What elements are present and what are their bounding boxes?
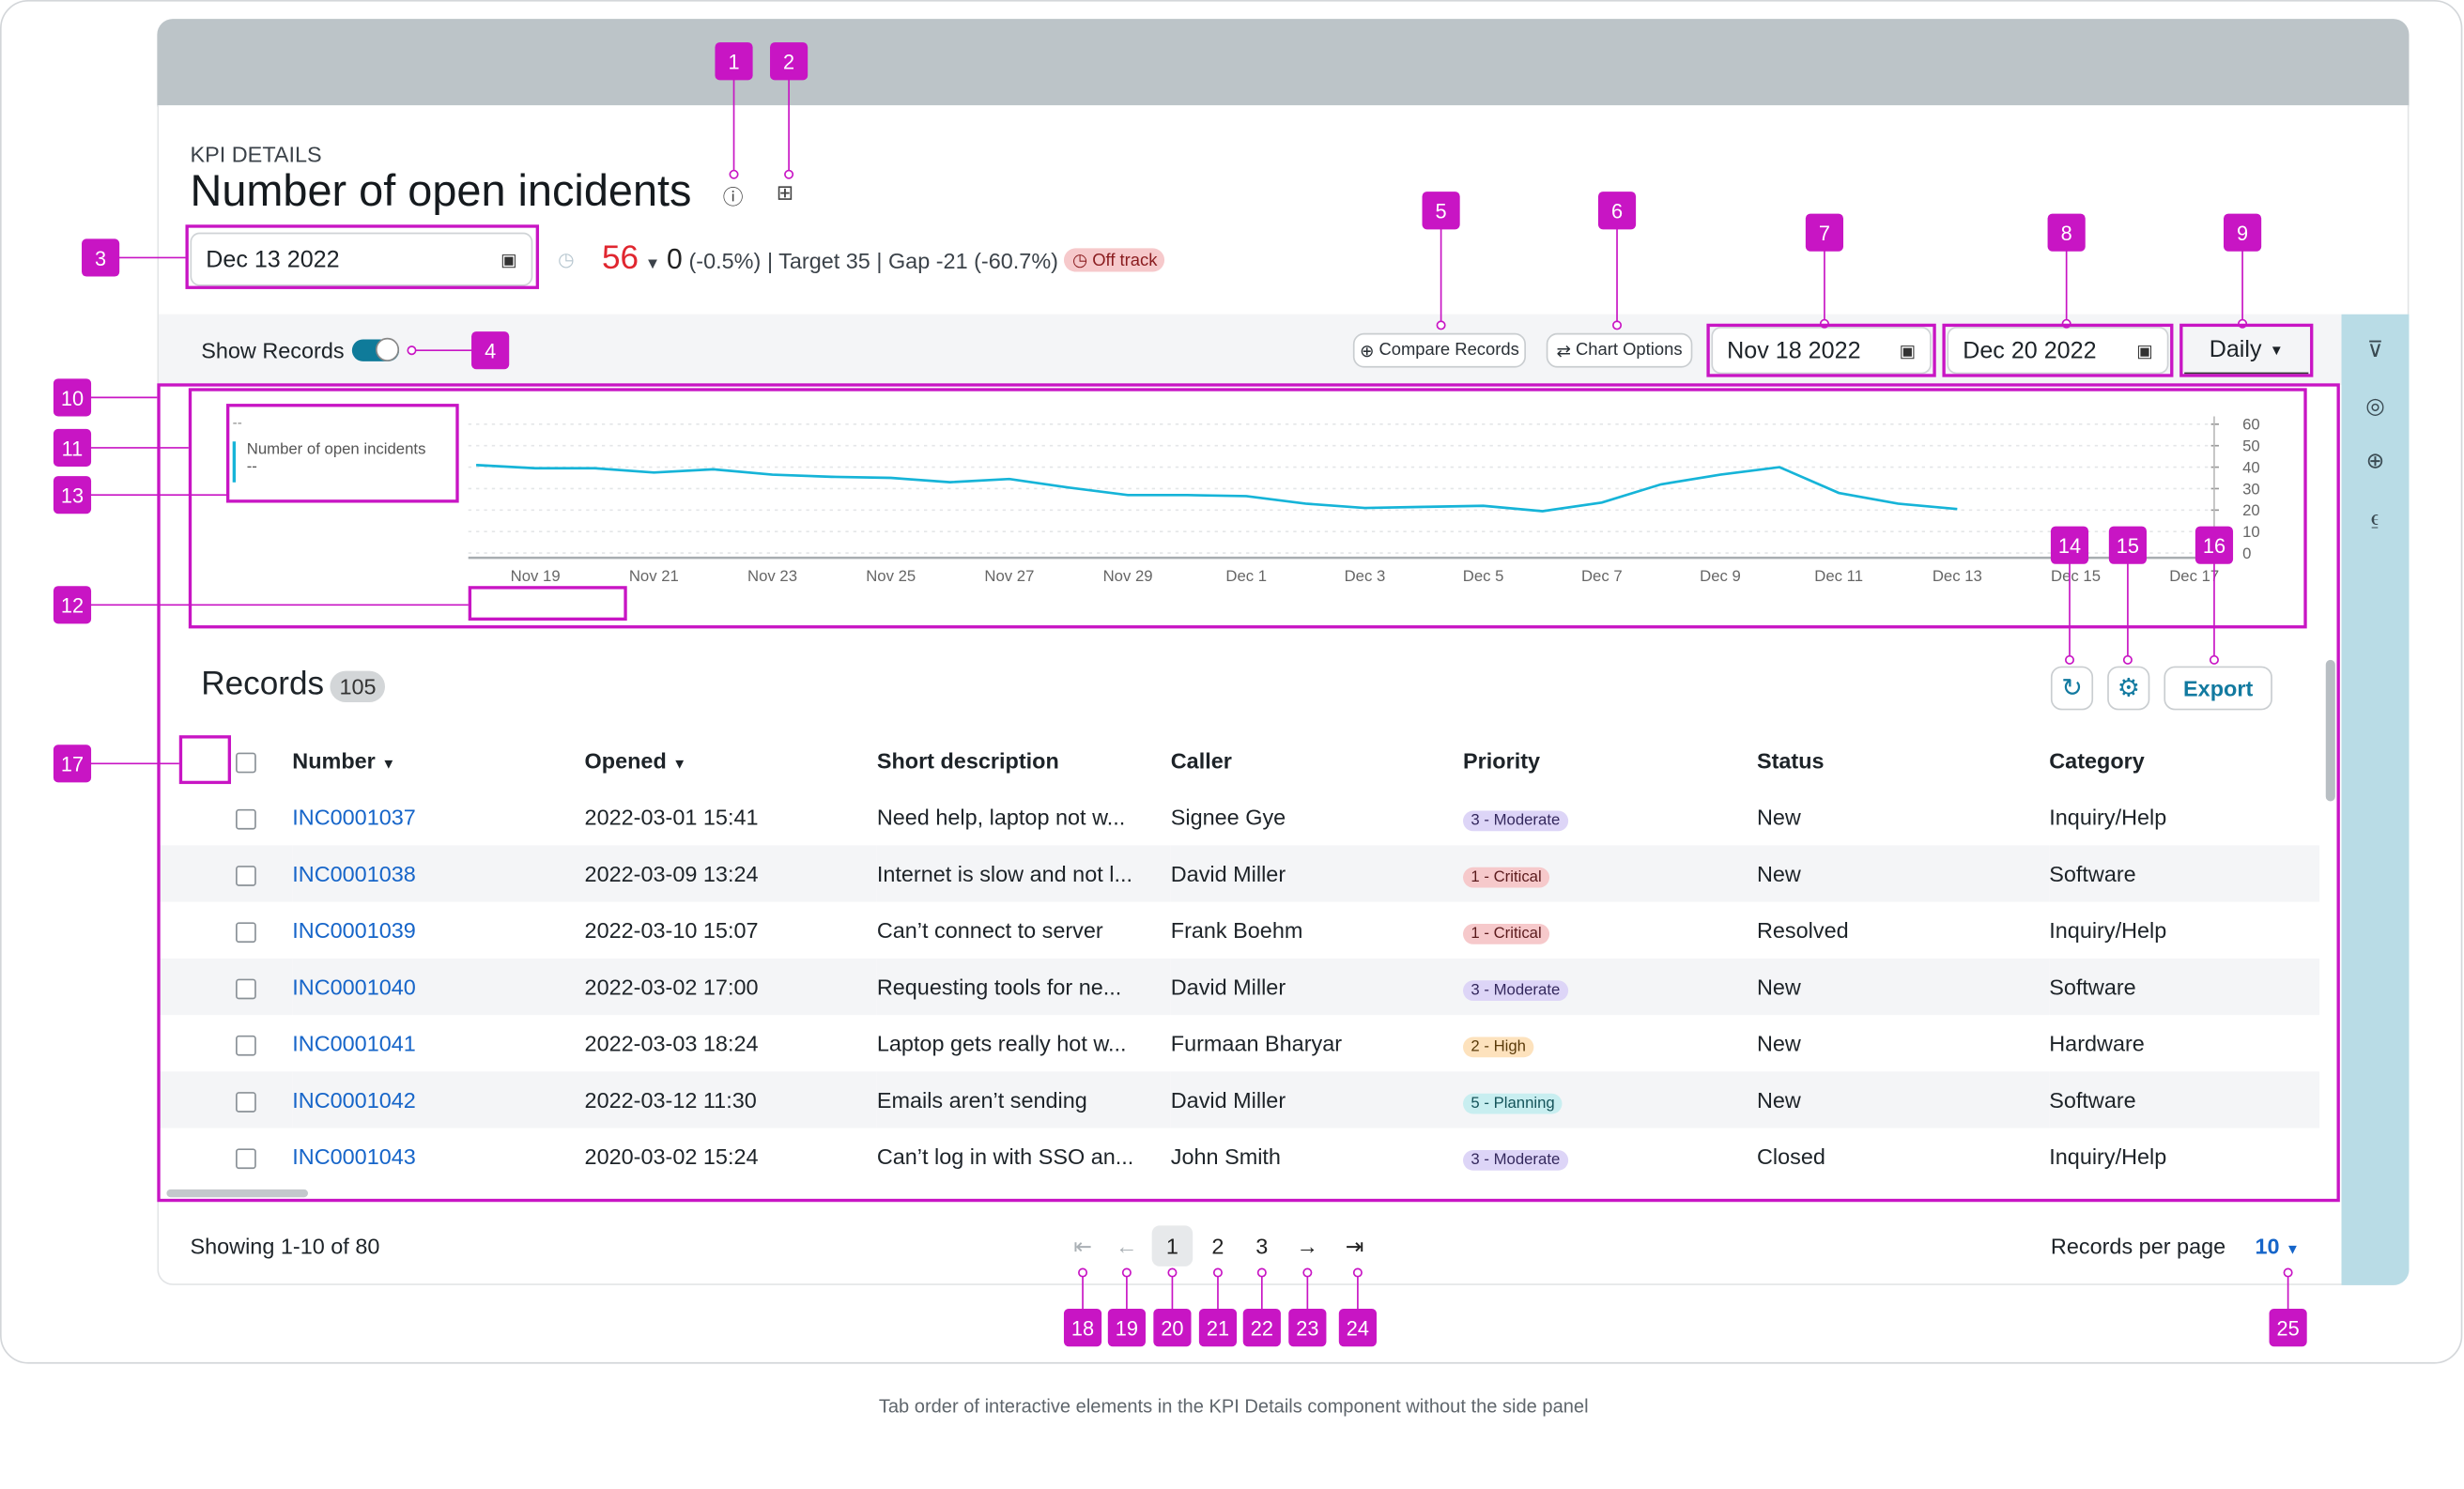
annotation-anchor	[2284, 1268, 2291, 1276]
annotation-box-13	[226, 404, 459, 502]
annotation-marker: 17	[54, 744, 91, 782]
annotation-anchor	[785, 171, 793, 178]
annotation-anchor	[1303, 1268, 1311, 1276]
annotation-marker: 10	[54, 378, 91, 416]
annotation-anchor	[408, 346, 415, 354]
annotation-marker: 15	[2109, 527, 2147, 564]
annotation-marker: 12	[54, 586, 91, 623]
annotation-box-7	[1706, 324, 1935, 377]
annotation-marker: 18	[1064, 1309, 1101, 1346]
annotation-anchor	[1354, 1268, 1362, 1276]
annotation-marker: 9	[2224, 214, 2261, 252]
annotation-marker: 23	[1288, 1309, 1326, 1346]
annotation-anchor	[1258, 1268, 1266, 1276]
annotation-anchor	[1437, 321, 1444, 329]
annotation-marker: 8	[2048, 214, 2086, 252]
annotation-marker: 24	[1339, 1309, 1377, 1346]
annotation-box-3	[185, 224, 539, 289]
annotation-marker: 22	[1243, 1309, 1281, 1346]
annotation-box-17	[179, 735, 231, 784]
annotation-anchor	[1168, 1268, 1176, 1276]
annotation-anchor	[1214, 1268, 1222, 1276]
annotation-marker: 3	[82, 238, 119, 276]
annotation-marker: 16	[2195, 527, 2233, 564]
annotation-anchor	[1079, 1268, 1086, 1276]
annotation-marker: 13	[54, 476, 91, 514]
annotation-anchor	[1123, 1268, 1131, 1276]
annotation-marker: 6	[1598, 192, 1636, 229]
annotation-marker: 21	[1199, 1309, 1237, 1346]
annotation-marker: 1	[715, 42, 752, 80]
annotation-marker: 20	[1153, 1309, 1191, 1346]
annotation-marker: 14	[2051, 527, 2088, 564]
annotation-box-9	[2179, 324, 2313, 377]
annotation-anchor	[730, 171, 737, 178]
annotation-box-12	[469, 586, 627, 621]
annotation-marker: 11	[54, 429, 91, 467]
annotation-marker: 19	[1108, 1309, 1146, 1346]
annotation-marker: 5	[1423, 192, 1460, 229]
annotation-marker: 7	[1806, 214, 1843, 252]
annotation-marker: 25	[2270, 1309, 2307, 1346]
annotation-marker: 2	[770, 42, 808, 80]
annotation-box-8	[1942, 324, 2173, 377]
annotation-marker: 4	[471, 331, 509, 369]
annotation-anchor	[1613, 321, 1621, 329]
